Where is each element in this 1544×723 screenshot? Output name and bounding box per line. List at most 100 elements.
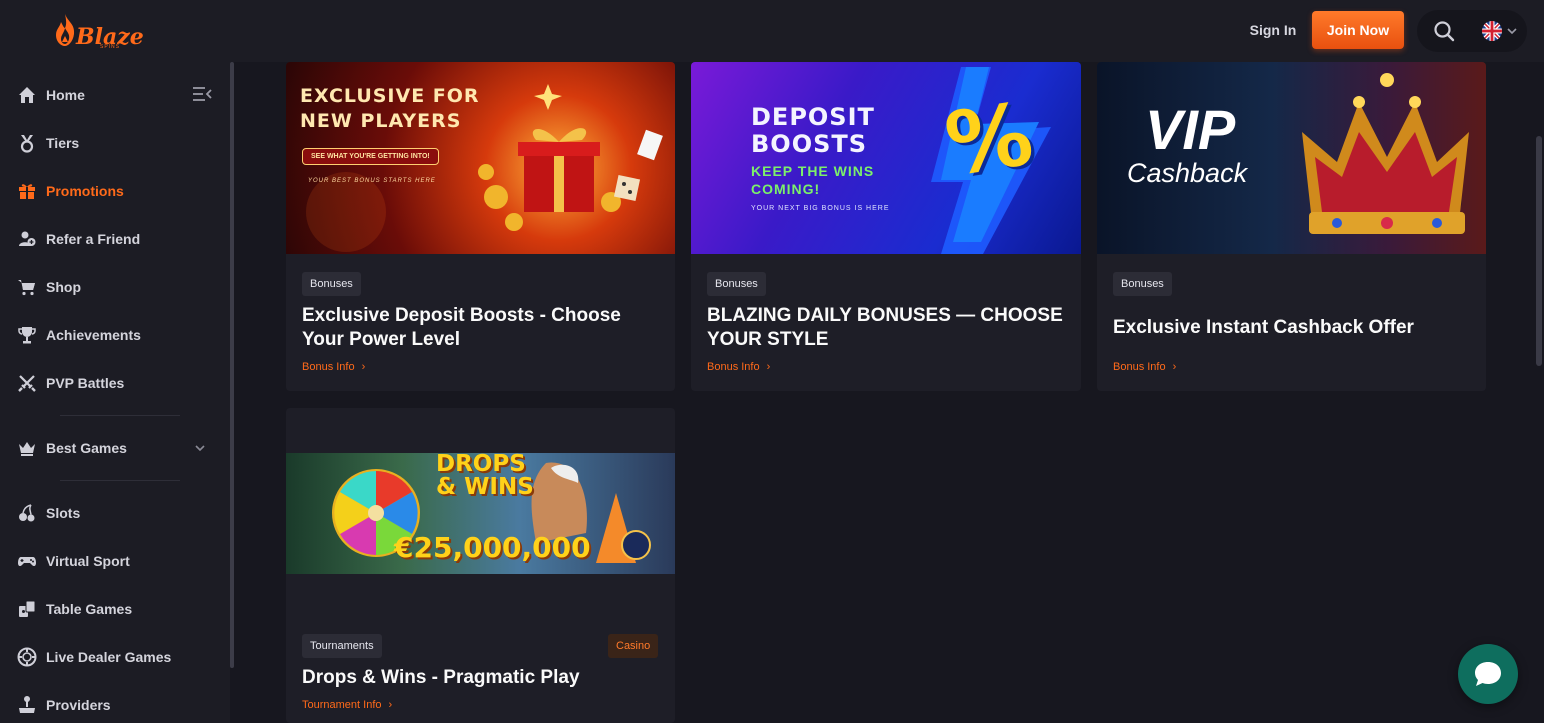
chevron-down-icon[interactable]: [1506, 26, 1518, 36]
promo-banner-image[interactable]: VIP Cashback: [1097, 62, 1486, 254]
sidebar-item-tiers[interactable]: Tiers: [16, 131, 79, 155]
joystick-icon: [16, 694, 38, 716]
link-label: Tournament Info: [302, 699, 382, 711]
bonus-info-link[interactable]: Bonus Info ›: [707, 361, 770, 373]
promo-card[interactable]: DROPS & WINS €25,000,000 Tournaments Cas…: [286, 408, 675, 723]
sidebar-item-live-dealer-games[interactable]: Live Dealer Games: [16, 645, 171, 669]
chevron-right-icon: ›: [1172, 361, 1177, 373]
banner-subtext: YOUR NEXT BIG BONUS IS HERE: [751, 205, 890, 212]
bonus-info-link[interactable]: Bonus Info ›: [302, 361, 365, 373]
tournament-info-link[interactable]: Tournament Info ›: [302, 699, 392, 711]
bonus-info-link[interactable]: Bonus Info ›: [1113, 361, 1176, 373]
sidebar-item-label: Achievements: [46, 327, 141, 343]
search-icon[interactable]: [1433, 20, 1455, 42]
promo-title: Exclusive Deposit Boosts - Choose Your P…: [302, 305, 621, 350]
banner-cta: SEE WHAT YOU'RE GETTING INTO!: [302, 148, 439, 165]
sidebar-divider: [60, 480, 180, 481]
percent-symbol: %: [939, 84, 1039, 196]
brand-sub: SPINS: [100, 44, 121, 50]
medal-icon: [16, 132, 38, 154]
banner-headline: DEPOSIT: [751, 103, 875, 131]
sidebar-item-label: Home: [46, 87, 85, 103]
trophy-icon: [16, 324, 38, 346]
category-tag: Bonuses: [1113, 272, 1172, 296]
users-icon: [16, 228, 38, 250]
sidebar-scrollbar[interactable]: [230, 62, 234, 668]
sign-in-link[interactable]: Sign In: [1240, 22, 1306, 38]
sidebar-item-shop[interactable]: Shop: [16, 275, 81, 299]
banner-subheadline: Cashback: [1127, 158, 1248, 188]
cherries-icon: [16, 502, 38, 524]
promo-banner-image[interactable]: DEPOSIT BOOSTS KEEP THE WINS COMING! YOU…: [691, 62, 1081, 254]
casino-badge: Casino: [608, 634, 659, 658]
sidebar-item-label: Table Games: [46, 601, 133, 617]
promo-title: Drops & Wins - Pragmatic Play: [302, 667, 580, 688]
sidebar-item-label: Shop: [46, 279, 81, 295]
sidebar-item-label: PVP Battles: [46, 375, 125, 391]
sidebar-item-label: Promotions: [46, 183, 124, 199]
chat-bubble-icon: [1475, 662, 1501, 686]
promo-title: Exclusive Instant Cashback Offer: [1113, 317, 1414, 338]
sidebar-item-refer-a-friend[interactable]: Refer a Friend: [16, 227, 140, 251]
swords-icon: [16, 372, 38, 394]
category-tag: Bonuses: [707, 272, 766, 296]
promo-card[interactable]: EXCLUSIVE FOR NEW PLAYERS SEE WHAT YOU'R…: [286, 62, 675, 391]
sidebar-item-promotions[interactable]: Promotions: [16, 179, 124, 203]
promo-title: BLAZING DAILY BONUSES — CHOOSE YOUR STYL…: [707, 305, 1063, 350]
banner-headline: VIP: [1145, 98, 1236, 161]
link-label: Bonus Info: [707, 361, 760, 373]
sidebar-item-label: Providers: [46, 697, 111, 713]
chat-button[interactable]: [1458, 644, 1518, 704]
sidebar-item-label: Refer a Friend: [46, 231, 141, 247]
banner-headline: & WINS: [436, 474, 534, 500]
promo-card[interactable]: VIP Cashback Bonuses Exclusive Instant C…: [1097, 62, 1486, 391]
sidebar-item-virtual-sport[interactable]: Virtual Sport: [16, 549, 130, 573]
home-icon: [16, 84, 38, 106]
banner-headline: BOOSTS: [751, 130, 868, 158]
brand-logo[interactable]: Blaze: [52, 12, 144, 48]
promo-banner-image[interactable]: EXCLUSIVE FOR NEW PLAYERS SEE WHAT YOU'R…: [286, 62, 675, 254]
flag-uk-icon[interactable]: [1482, 21, 1502, 41]
sidebar-item-label: Live Dealer Games: [46, 649, 172, 665]
link-label: Bonus Info: [302, 361, 355, 373]
banner-tagline: COMING!: [751, 181, 821, 197]
chevron-down-icon[interactable]: [194, 443, 206, 453]
crown-icon: [16, 437, 38, 459]
category-tag: Tournaments: [302, 634, 382, 658]
chip-icon: [16, 646, 38, 668]
flame-icon: [56, 14, 75, 46]
cart-icon: [16, 276, 38, 298]
chevron-right-icon: ›: [388, 699, 393, 711]
banner-tagline: KEEP THE WINS: [751, 163, 875, 179]
gamepad-icon: [16, 550, 38, 572]
collapse-sidebar-icon[interactable]: [191, 84, 213, 104]
sidebar-item-label: Best Games: [46, 440, 127, 456]
sidebar-divider: [60, 415, 180, 416]
main-scrollbar[interactable]: [1536, 136, 1542, 366]
sidebar-item-achievements[interactable]: Achievements: [16, 323, 141, 347]
sidebar-item-table-games[interactable]: Table Games: [16, 597, 132, 621]
sidebar-item-label: Tiers: [46, 135, 80, 151]
sidebar-item-label: Virtual Sport: [46, 553, 130, 569]
chevron-right-icon: ›: [361, 361, 366, 373]
sidebar-item-best-games[interactable]: Best Games: [16, 436, 127, 460]
banner-headline: DROPS: [436, 453, 526, 477]
sidebar-item-pvp-battles[interactable]: PVP Battles: [16, 371, 124, 395]
banner-subtext: YOUR BEST BONUS STARTS HERE: [308, 178, 436, 184]
chevron-right-icon: ›: [766, 361, 771, 373]
category-tag: Bonuses: [302, 272, 361, 296]
promo-banner-image[interactable]: DROPS & WINS €25,000,000: [286, 453, 675, 574]
banner-prize-amount: €25,000,000: [394, 531, 591, 564]
sidebar-item-providers[interactable]: Providers: [16, 693, 111, 717]
sidebar-item-home[interactable]: Home: [16, 83, 85, 107]
sidebar: Home Tiers Promotions Refer a Friend Sho…: [0, 62, 230, 723]
sidebar-item-slots[interactable]: Slots: [16, 501, 80, 525]
join-now-button[interactable]: Join Now: [1312, 11, 1404, 49]
gift-icon: [16, 180, 38, 202]
link-label: Bonus Info: [1113, 361, 1166, 373]
sidebar-item-label: Slots: [46, 505, 81, 521]
top-header: Blaze SPINS Sign In Join Now: [0, 0, 1544, 62]
promo-card[interactable]: DEPOSIT BOOSTS KEEP THE WINS COMING! YOU…: [691, 62, 1081, 391]
cards-icon: [16, 598, 38, 620]
banner-headline: NEW PLAYERS: [300, 110, 462, 132]
